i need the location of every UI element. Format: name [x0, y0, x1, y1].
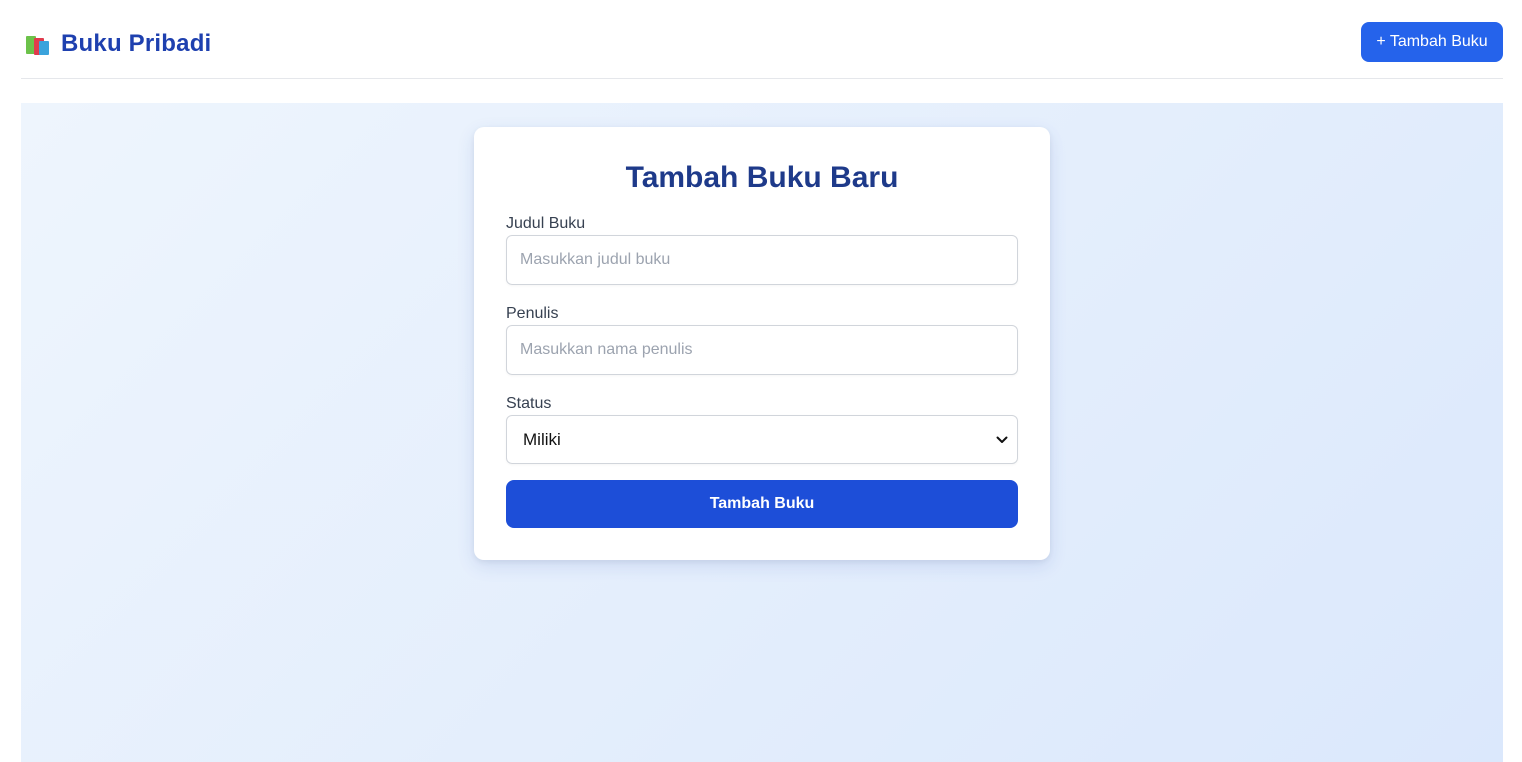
add-book-form-card: Tambah Buku Baru Judul Buku Penulis Stat… — [474, 127, 1050, 560]
brand[interactable]: Buku Pribadi — [25, 28, 211, 60]
book-title-label: Judul Buku — [506, 215, 586, 232]
status-label: Status — [506, 395, 552, 412]
add-book-header-button[interactable]: + Tambah Buku — [1361, 22, 1503, 62]
books-icon — [25, 32, 51, 56]
author-label: Penulis — [506, 305, 559, 322]
book-title-input[interactable] — [506, 235, 1018, 285]
app-header: Buku Pribadi + Tambah Buku — [21, 0, 1503, 79]
author-input[interactable] — [506, 325, 1018, 375]
status-select[interactable]: Miliki — [506, 415, 1018, 464]
brand-title: Buku Pribadi — [61, 30, 212, 57]
status-selected-value: Miliki — [523, 429, 561, 449]
submit-add-book-button[interactable]: Tambah Buku — [506, 480, 1018, 528]
chevron-down-icon — [995, 433, 1009, 447]
form-title: Tambah Buku Baru — [625, 161, 899, 194]
main-content: Tambah Buku Baru Judul Buku Penulis Stat… — [21, 103, 1503, 762]
